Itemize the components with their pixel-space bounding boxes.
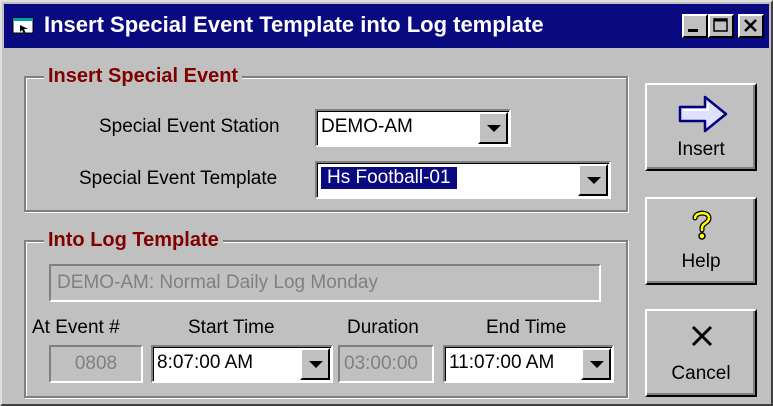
cancel-button-label: Cancel <box>671 363 731 384</box>
duration-field: 03:00:00 <box>338 345 434 383</box>
arrow-right-icon <box>678 95 728 133</box>
chevron-down-icon <box>590 361 604 368</box>
window-title: Insert Special Event Template into Log t… <box>44 12 544 37</box>
cancel-button[interactable]: Cancel <box>645 309 757 397</box>
at-event-field: 0808 <box>49 345 143 383</box>
cancel-x-icon <box>691 325 713 347</box>
chevron-down-icon <box>487 125 501 132</box>
log-template-value: DEMO-AM: Normal Daily Log Monday <box>57 272 378 293</box>
help-button-label: Help <box>681 251 721 272</box>
start-time-value: 8:07:00 AM <box>157 352 254 373</box>
start-time-label: Start Time <box>188 317 275 338</box>
end-time-value: 11:07:00 AM <box>449 352 555 373</box>
special-event-template-dropdown-button[interactable] <box>578 164 608 196</box>
special-event-template-value: Hs Football-01 <box>320 166 458 190</box>
special-event-station-label: Special Event Station <box>99 116 280 137</box>
insert-special-event-legend: Insert Special Event <box>44 65 243 88</box>
insert-button-label: Insert <box>677 139 725 160</box>
special-event-station-value: DEMO-AM <box>321 116 413 137</box>
app-icon <box>12 17 34 34</box>
chevron-down-icon <box>309 361 323 368</box>
minimize-button[interactable] <box>682 14 708 38</box>
end-time-label: End Time <box>486 317 567 338</box>
insert-button[interactable]: Insert <box>645 83 757 171</box>
special-event-template-select[interactable]: Hs Football-01 <box>315 161 611 199</box>
special-event-template-label: Special Event Template <box>79 168 278 189</box>
maximize-icon <box>713 18 728 32</box>
help-button[interactable]: Help <box>645 197 757 285</box>
start-time-dropdown-button[interactable] <box>300 348 330 380</box>
into-log-template-legend: Into Log Template <box>44 229 223 252</box>
duration-label: Duration <box>347 317 419 338</box>
maximize-button[interactable] <box>708 14 734 38</box>
duration-value: 03:00:00 <box>344 353 418 374</box>
close-icon <box>744 19 757 32</box>
start-time-select[interactable]: 8:07:00 AM <box>151 345 333 383</box>
at-event-value: 0808 <box>74 353 118 374</box>
title-bar[interactable]: Insert Special Event Template into Log t… <box>4 4 769 48</box>
end-time-dropdown-button[interactable] <box>581 348 611 380</box>
chevron-down-icon <box>587 177 601 184</box>
minimize-icon <box>688 29 698 32</box>
end-time-select[interactable]: 11:07:00 AM <box>443 345 614 383</box>
special-event-station-select[interactable]: DEMO-AM <box>315 109 511 147</box>
log-template-field: DEMO-AM: Normal Daily Log Monday <box>49 264 601 302</box>
question-mark-icon <box>692 210 712 240</box>
close-button[interactable] <box>738 14 764 38</box>
dialog-window: Insert Special Event Template into Log t… <box>0 0 773 406</box>
at-event-label: At Event # <box>32 317 120 338</box>
special-event-station-dropdown-button[interactable] <box>478 112 508 144</box>
